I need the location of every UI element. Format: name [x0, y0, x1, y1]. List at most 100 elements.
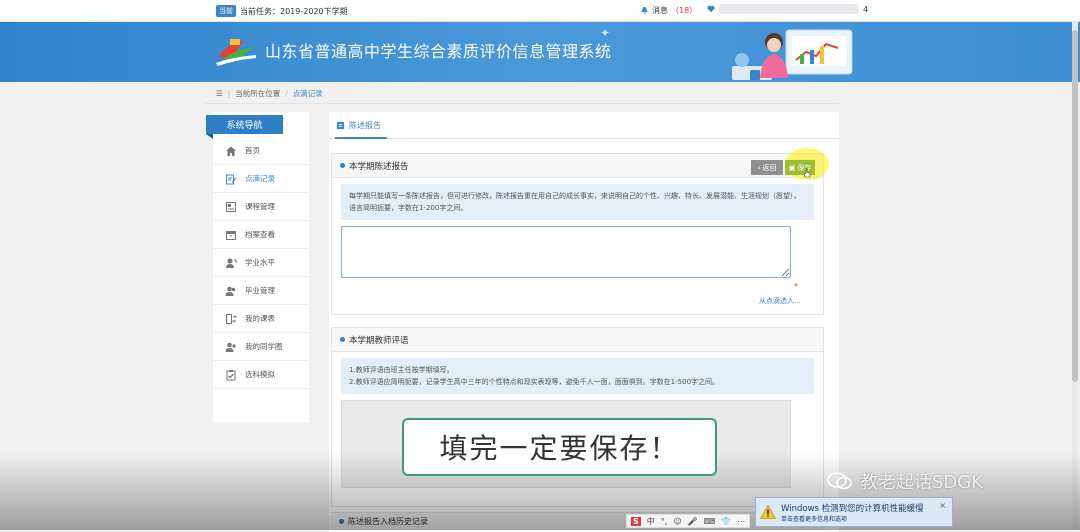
ime-more-icon[interactable]: ⋯: [737, 517, 745, 526]
header-banner: 山东省普通高中学生综合素质评价信息管理系统 ✦: [0, 22, 1080, 82]
sidebar-item-label: 首页: [245, 146, 260, 155]
statement-section-header: 本学期陈述报告 ‹ 返回 ▣ 保存: [332, 148, 829, 180]
teacher-comment-notice-line: 2.教师评语应简明扼要，记录学生高中三年的个性特点和现实表现等，避免千人一面，面…: [349, 378, 720, 386]
teacher-comment-section-header: 本学期教师评语: [332, 328, 823, 352]
sidebar-item-label: 选科模拟: [245, 370, 275, 379]
term-text: 当前任务：2019-2020下学期: [240, 6, 348, 16]
notification-title: Windows 检测到您的计算机性能缓慢: [781, 503, 924, 514]
user-name-redacted: [719, 4, 859, 14]
messages-count: （18）: [671, 6, 698, 15]
sidebar-item-courses[interactable]: 课程管理: [213, 193, 309, 221]
sidebar-item-archive[interactable]: 档案查看: [213, 221, 309, 249]
schedule-icon: [225, 313, 237, 325]
ime-mode-button[interactable]: 中: [647, 516, 655, 527]
breadcrumb: ☰ | 当前所在位置 / 点滴记录: [216, 88, 323, 99]
sidebar-item-label: 课程管理: [245, 202, 275, 211]
menu-icon[interactable]: ☰: [216, 89, 223, 98]
tab-statement-report[interactable]: 陈述报告: [336, 120, 381, 131]
windows-notification[interactable]: Windows 检测到您的计算机性能缓慢 单击查看更多信息和选项 ×: [755, 497, 953, 527]
sidebar-nav: 首页 点滴记录 课程管理 档案查看 学业水平 毕业管理 我的课表 我的同学圈 选…: [213, 137, 309, 389]
sidebar-heading: 系统导航: [206, 115, 283, 139]
sidebar-item-label: 学业水平: [245, 258, 275, 267]
system-logo: [216, 39, 256, 66]
statement-section-title: 本学期陈述报告: [349, 161, 409, 172]
statement-notice: 每学期只能填写一条陈述报告，但可进行修改，陈述报告重在用自己的成长事实，来说明自…: [341, 184, 814, 220]
chevron-left-icon: ‹: [757, 163, 761, 172]
teacher-comment-section-title: 本学期教师评语: [349, 335, 409, 346]
scrollbar-thumb[interactable]: [1072, 30, 1078, 382]
ime-mic-icon[interactable]: 🎤: [688, 517, 698, 526]
student-illustration: [732, 29, 853, 80]
user-info[interactable]: 4: [707, 4, 868, 14]
bullet-dot-icon: [340, 337, 345, 342]
pointer-cursor-icon: [804, 168, 811, 178]
notification-subtitle: 单击查看更多信息和选项: [781, 515, 848, 523]
sidebar-item-label: 我的同学圈: [245, 342, 283, 351]
current-term: 当前 当前任务：2019-2020下学期: [216, 5, 348, 17]
breadcrumb-divider: [205, 103, 839, 104]
sidebar-item-records[interactable]: 点滴记录: [213, 165, 309, 193]
top-bar: 当前 当前任务：2019-2020下学期 消息 （18） 4: [0, 0, 1080, 22]
caption-overlay: 填完一定要保存！: [402, 418, 717, 476]
home-icon: [225, 145, 237, 157]
sidebar-item-classmates[interactable]: 我的同学圈: [213, 333, 309, 361]
history-section-title: 陈述报告入档历史记录: [348, 517, 428, 526]
back-button[interactable]: ‹ 返回: [751, 160, 783, 175]
teacher-comment-section: 本学期教师评语 1.教师评语由班主任按学期填写。 2.教师评语应简明扼要，记录学…: [331, 327, 824, 507]
statement-section: 本学期陈述报告 ‹ 返回 ▣ 保存 每学期只能填写一条陈述报告，但可进行修改，陈…: [331, 148, 829, 315]
sidebar-item-label: 我的课表: [245, 314, 275, 323]
ime-toolbar[interactable]: S 中 °, ☺ 🎤 ⌨ 👕 ⋯: [626, 514, 751, 528]
ime-logo-icon[interactable]: S: [631, 516, 641, 526]
warning-icon: [760, 505, 776, 519]
save-icon: ▣: [788, 163, 796, 172]
ime-skin-icon[interactable]: 👕: [721, 517, 731, 526]
sidebar-item-label: 档案查看: [245, 230, 275, 239]
users-icon: [225, 285, 237, 297]
close-icon[interactable]: ×: [939, 501, 946, 510]
tab-label: 陈述报告: [349, 121, 381, 130]
import-from-records-link[interactable]: 从点滴选入...: [759, 296, 801, 306]
bullet-dot-icon: [340, 163, 345, 168]
user-suffix: 4: [863, 4, 869, 14]
course-icon: [225, 201, 237, 213]
ime-emoji-icon[interactable]: ☺: [673, 517, 681, 526]
teacher-comment-notice-line: 1.教师评语由班主任按学期填写。: [349, 366, 454, 374]
sidebar-item-subject-simulation[interactable]: 选科模拟: [213, 361, 309, 389]
watermark-text: 教老起话SDGK: [860, 472, 984, 493]
edit-icon: [225, 173, 237, 185]
sidebar: 系统导航 首页 点滴记录 课程管理 档案查看 学业水平 毕业管理 我的课表 我的…: [206, 112, 309, 422]
wechat-icon: [827, 472, 852, 490]
classmates-icon: [225, 341, 237, 353]
term-tag: 当前: [216, 5, 236, 17]
user-icon: [225, 257, 237, 269]
breadcrumb-current[interactable]: 点滴记录: [293, 88, 323, 99]
bell-icon: [641, 6, 648, 15]
tab-active-indicator: [335, 137, 387, 139]
sparkle-decoration: ✦: [600, 26, 611, 40]
bullet-dot-icon: [339, 519, 344, 524]
breadcrumb-location: 当前所在位置: [235, 89, 281, 98]
sidebar-item-home[interactable]: 首页: [213, 137, 309, 165]
sidebar-item-academic-level[interactable]: 学业水平: [213, 249, 309, 277]
tab-divider: [329, 138, 839, 139]
messages-link[interactable]: 消息 （18）: [640, 5, 697, 16]
sidebar-item-graduation[interactable]: 毕业管理: [213, 277, 309, 305]
sidebar-item-schedule[interactable]: 我的课表: [213, 305, 309, 333]
heart-icon: [707, 5, 715, 13]
back-label: 返回: [762, 163, 777, 172]
report-icon: [336, 121, 345, 130]
statement-textarea[interactable]: [341, 226, 791, 278]
breadcrumb-separator: |: [227, 89, 231, 98]
required-mark: *: [794, 282, 798, 291]
page-title: 山东省普通高中学生综合素质评价信息管理系统: [265, 42, 612, 61]
sidebar-item-label: 点滴记录: [245, 174, 275, 183]
messages-label: 消息: [652, 6, 668, 15]
checklist-icon: [225, 369, 237, 381]
watermark: 教老起话SDGK: [826, 468, 983, 494]
breadcrumb-separator: /: [285, 89, 288, 98]
ime-keyboard-icon[interactable]: ⌨: [704, 517, 716, 526]
teacher-comment-notice: 1.教师评语由班主任按学期填写。 2.教师评语应简明扼要，记录学生高中三年的个性…: [341, 358, 814, 394]
ime-punctuation-button[interactable]: °,: [661, 517, 668, 526]
sidebar-item-label: 毕业管理: [245, 286, 275, 295]
archive-icon: [225, 229, 237, 241]
